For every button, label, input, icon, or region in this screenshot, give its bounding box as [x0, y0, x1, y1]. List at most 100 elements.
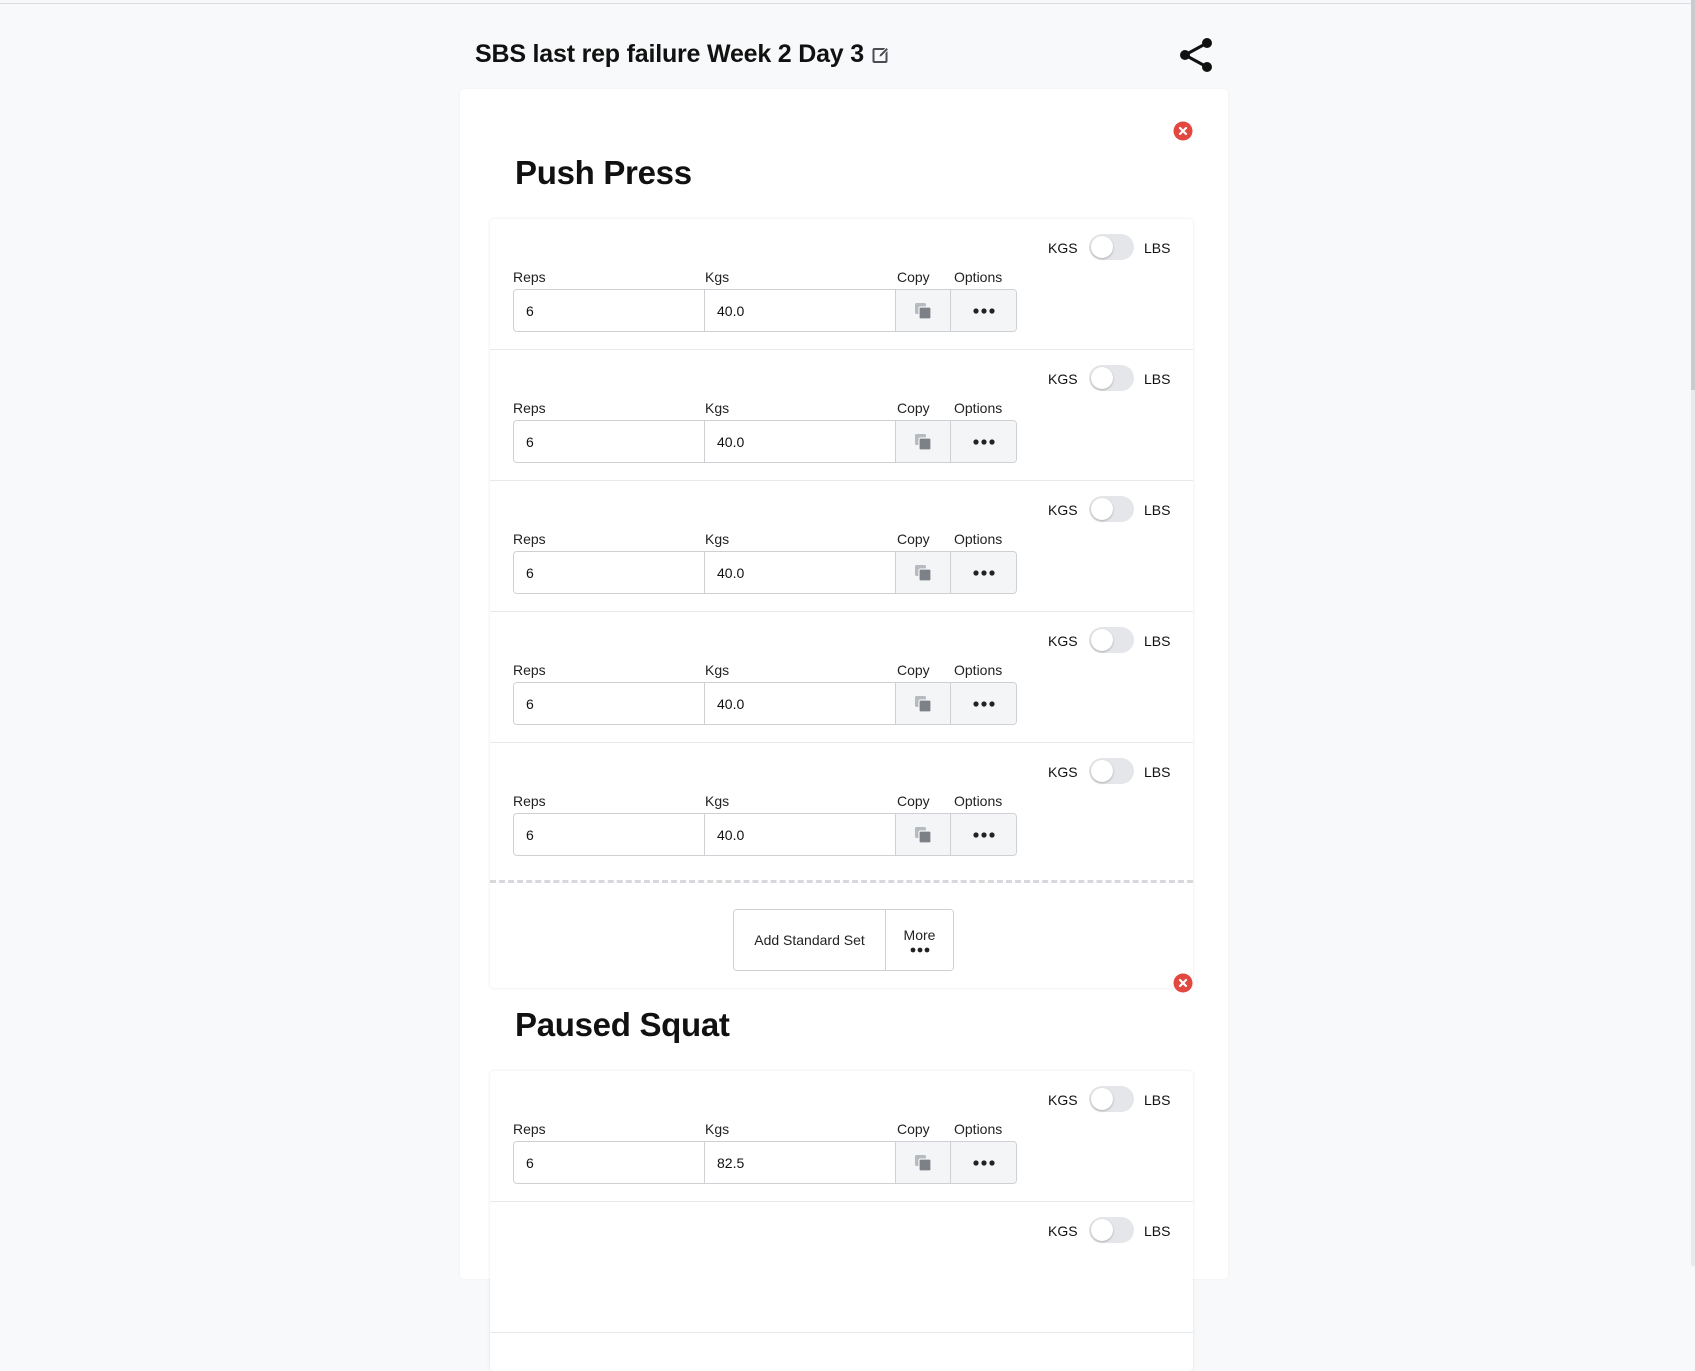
set-options-button[interactable] [951, 552, 1016, 593]
options-label: Options [954, 269, 1003, 285]
reps-input[interactable] [514, 552, 705, 593]
unit-kgs-label: KGS [1048, 371, 1078, 387]
options-label: Options [954, 662, 1003, 678]
set-options-button[interactable] [951, 683, 1016, 724]
set-options-button[interactable] [951, 1142, 1016, 1183]
copy-set-button[interactable] [896, 683, 951, 724]
copy-set-button[interactable] [896, 814, 951, 855]
copy-icon [915, 1154, 932, 1172]
set-fields [513, 420, 1017, 463]
page-title: SBS last rep failure Week 2 Day 3 [475, 40, 864, 68]
kgs-input[interactable] [705, 421, 896, 462]
copy-set-button[interactable] [896, 421, 951, 462]
kgs-label: Kgs [705, 269, 730, 285]
switch-knob [1091, 498, 1113, 520]
reps-label: Reps [513, 269, 546, 285]
copy-label: Copy [897, 662, 930, 678]
unit-lbs-label: LBS [1144, 502, 1171, 518]
copy-icon [915, 302, 932, 320]
kgs-label: Kgs [705, 1121, 730, 1137]
remove-exercise-icon[interactable] [1173, 973, 1193, 993]
unit-kgs-label: KGS [1048, 1092, 1078, 1108]
set-options-button[interactable] [951, 814, 1016, 855]
copy-icon [915, 695, 932, 713]
more-label: More [903, 927, 936, 943]
copy-icon [915, 433, 932, 451]
unit-switch[interactable] [1089, 1086, 1134, 1112]
unit-switch[interactable] [1089, 758, 1134, 784]
add-standard-set-button[interactable]: Add Standard Set [734, 910, 886, 970]
exercise-name: Push Press [515, 154, 692, 191]
switch-knob [1091, 1219, 1113, 1241]
unit-lbs-label: LBS [1144, 371, 1171, 387]
unit-kgs-label: KGS [1048, 240, 1078, 256]
scrollbar-thumb[interactable] [1691, 0, 1695, 390]
unit-toggle[interactable]: KGS LBS [1048, 234, 1188, 260]
unit-toggle[interactable]: KGS LBS [1048, 758, 1188, 784]
copy-set-button[interactable] [896, 552, 951, 593]
set-row: KGS LBS Reps Kgs Copy Options [490, 612, 1193, 743]
set-options-button[interactable] [951, 290, 1016, 331]
kgs-input[interactable] [705, 683, 896, 724]
sets-divider [490, 880, 1193, 883]
reps-input[interactable] [514, 290, 705, 331]
switch-knob [1091, 629, 1113, 651]
set-fields [513, 1141, 1017, 1184]
set-row: KGS LBS Reps Kgs Copy Options [490, 743, 1193, 874]
sets-list: KGS LBS Reps Kgs Copy Options [490, 1071, 1193, 1371]
ellipsis-icon [910, 947, 929, 953]
unit-toggle[interactable]: KGS LBS [1048, 365, 1188, 391]
copy-set-button[interactable] [896, 290, 951, 331]
unit-switch[interactable] [1089, 496, 1134, 522]
set-row: KGS LBS Reps Kgs Copy Options [490, 481, 1193, 612]
unit-toggle[interactable]: KGS LBS [1048, 1217, 1188, 1243]
switch-knob [1091, 367, 1113, 389]
reps-label: Reps [513, 531, 546, 547]
share-icon[interactable] [1177, 36, 1215, 74]
remove-exercise-icon[interactable] [1173, 121, 1193, 141]
copy-label: Copy [897, 1121, 930, 1137]
unit-switch[interactable] [1089, 365, 1134, 391]
unit-switch[interactable] [1089, 627, 1134, 653]
unit-lbs-label: LBS [1144, 1223, 1171, 1239]
reps-input[interactable] [514, 683, 705, 724]
unit-kgs-label: KGS [1048, 764, 1078, 780]
unit-switch[interactable] [1089, 1217, 1134, 1243]
kgs-input[interactable] [705, 552, 896, 593]
unit-toggle[interactable]: KGS LBS [1048, 627, 1188, 653]
unit-lbs-label: LBS [1144, 240, 1171, 256]
more-button[interactable]: More [886, 910, 953, 970]
reps-input[interactable] [514, 814, 705, 855]
set-row: KGS LBS Reps Kgs Copy Options [490, 219, 1193, 350]
copy-label: Copy [897, 400, 930, 416]
reps-label: Reps [513, 400, 546, 416]
set-fields [513, 682, 1017, 725]
set-row: KGS LBS [490, 1202, 1193, 1333]
set-row: KGS LBS Reps Kgs Copy Options [490, 1071, 1193, 1202]
exercise-name: Paused Squat [515, 1006, 730, 1043]
unit-toggle[interactable]: KGS LBS [1048, 496, 1188, 522]
edit-icon[interactable] [871, 45, 891, 65]
ellipsis-icon [972, 569, 995, 576]
options-label: Options [954, 531, 1003, 547]
set-fields [513, 551, 1017, 594]
unit-toggle[interactable]: KGS LBS [1048, 1086, 1188, 1112]
kgs-label: Kgs [705, 662, 730, 678]
kgs-input[interactable] [705, 814, 896, 855]
copy-set-button[interactable] [896, 1142, 951, 1183]
kgs-input[interactable] [705, 290, 896, 331]
ellipsis-icon [972, 1159, 995, 1166]
kgs-input[interactable] [705, 1142, 896, 1183]
unit-switch[interactable] [1089, 234, 1134, 260]
unit-kgs-label: KGS [1048, 633, 1078, 649]
reps-input[interactable] [514, 421, 705, 462]
ellipsis-icon [972, 831, 995, 838]
reps-label: Reps [513, 1121, 546, 1137]
set-options-button[interactable] [951, 421, 1016, 462]
options-label: Options [954, 1121, 1003, 1137]
switch-knob [1091, 760, 1113, 782]
reps-input[interactable] [514, 1142, 705, 1183]
ellipsis-icon [972, 438, 995, 445]
kgs-label: Kgs [705, 793, 730, 809]
scrollbar[interactable] [1691, 0, 1695, 1266]
